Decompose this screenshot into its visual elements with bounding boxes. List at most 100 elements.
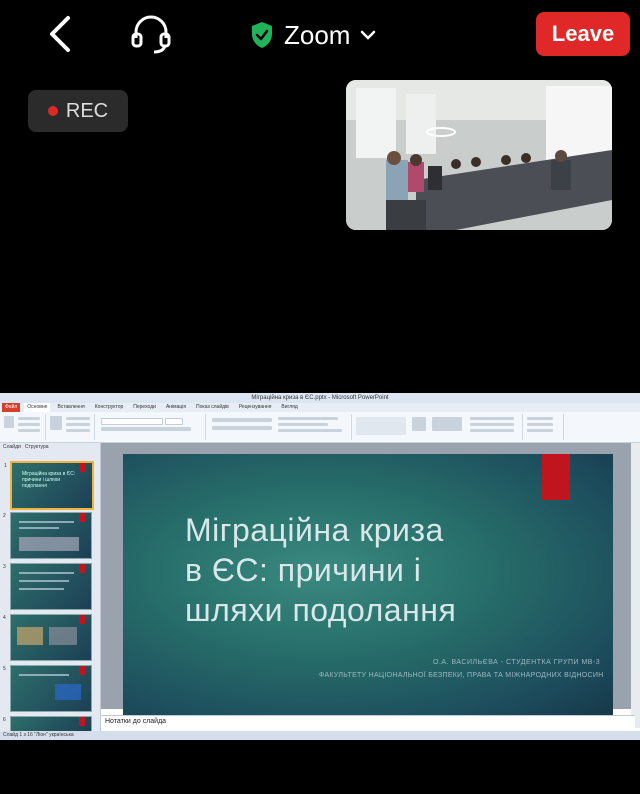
tab-insert[interactable]: Вставлення	[54, 403, 87, 412]
thumbnail-accent	[79, 666, 85, 675]
slide-subtitle-faculty[interactable]: ФАКУЛЬТЕТУ НАЦІОНАЛЬНОЇ БЕЗПЕКИ, ПРАВА Т…	[319, 672, 604, 679]
tab-file[interactable]: Файл	[2, 403, 21, 412]
record-dot-icon	[47, 106, 58, 116]
thumbnail-accent	[79, 564, 85, 573]
slide-title-line: Міграційна криза	[185, 512, 444, 548]
thumbnail-accent	[79, 615, 85, 624]
quick-styles-icon[interactable]	[432, 417, 462, 431]
tab-animation[interactable]: Анімація	[163, 403, 189, 412]
slide-title-line: шляхи подолання	[185, 592, 457, 628]
section-icon[interactable]	[66, 429, 90, 432]
list-buttons[interactable]	[212, 418, 272, 422]
thumbnail-line	[19, 580, 69, 582]
thumbnail-number: 4	[3, 615, 6, 621]
slide-editor[interactable]: Міграційна криза в ЄС: причини і шляхи п…	[101, 443, 631, 716]
participant-video[interactable]	[346, 80, 612, 230]
arrange-icon[interactable]	[412, 417, 426, 431]
vertical-scrollbar[interactable]	[631, 443, 640, 728]
chevron-down-icon	[361, 30, 376, 40]
reset-icon[interactable]	[66, 423, 90, 426]
slide-subtitle-author[interactable]: О.А. ВАСИЛЬЄВА - СТУДЕНТКА ГРУПИ МВ-3	[433, 659, 600, 666]
thumbnail-line	[19, 588, 64, 590]
meeting-title-dropdown[interactable]: Zoom	[250, 18, 376, 52]
thumbnail-accent	[79, 717, 85, 726]
conference-room-image	[346, 80, 612, 230]
font-size-field[interactable]	[165, 418, 183, 425]
tab-review[interactable]: Рецензування	[236, 403, 275, 412]
tab-home[interactable]: Основне	[24, 403, 51, 412]
leave-button[interactable]: Leave	[536, 12, 630, 56]
tab-design[interactable]: Конструктор	[92, 403, 127, 412]
slide-thumbnail[interactable]: 1 Міграційна криза в ЄС: причини і шляхи…	[4, 461, 94, 510]
back-icon[interactable]	[44, 14, 80, 54]
shape-fill-icon[interactable]	[470, 417, 514, 420]
ribbon-group-clipboard	[0, 414, 46, 440]
slide-title-line: в ЄС: причини і	[185, 552, 422, 588]
thumbnail-line	[19, 521, 74, 523]
meeting-title: Zoom	[284, 19, 351, 50]
window-title: Міграційна криза в ЄС.pptx - Microsoft P…	[0, 393, 640, 403]
font-name-field[interactable]	[101, 418, 163, 425]
tab-view[interactable]: Вигляд	[278, 403, 300, 412]
thumbnail-number: 5	[3, 666, 6, 672]
status-bar: Слайд 1 з 16 "Ліон" українська	[0, 731, 640, 740]
notes-field[interactable]: Нотатки до слайда	[101, 715, 635, 728]
thumbnail-line	[19, 527, 59, 529]
slide-title[interactable]: Міграційна криза в ЄС: причини і шляхи п…	[185, 510, 545, 630]
cut-icon[interactable]	[18, 417, 40, 420]
headset-icon[interactable]	[130, 14, 172, 54]
tab-transitions[interactable]: Переходи	[130, 403, 159, 412]
slides-pane: Слайди Структура 1 Міграційна криза в ЄС…	[0, 443, 101, 733]
pane-tabs: Слайди Структура	[0, 443, 103, 451]
copy-icon[interactable]	[18, 423, 40, 426]
text-direction-icon[interactable]	[278, 417, 338, 420]
ribbon-group-drawing	[352, 414, 523, 440]
smartart-icon[interactable]	[278, 429, 342, 432]
slide-thumbnail[interactable]: 2	[3, 512, 92, 559]
replace-icon[interactable]	[527, 423, 553, 426]
thumbnail-accent	[80, 463, 86, 472]
slide-thumbnail[interactable]: 5	[3, 665, 92, 712]
tab-slides[interactable]: Слайди	[3, 443, 21, 451]
thumbnail-line	[19, 674, 69, 676]
format-painter-icon[interactable]	[18, 429, 40, 432]
recording-indicator[interactable]: REC	[28, 90, 128, 132]
thumbnail-number: 1	[4, 463, 7, 469]
thumbnail-text: Міграційна криза в ЄС: причини і шляхи п…	[22, 471, 76, 489]
shape-outline-icon[interactable]	[470, 423, 514, 426]
shape-effects-icon[interactable]	[470, 429, 514, 432]
slide-thumbnail[interactable]: 6	[3, 716, 92, 732]
shapes-gallery[interactable]	[356, 417, 406, 435]
find-icon[interactable]	[527, 417, 553, 420]
thumbnail-number: 3	[3, 564, 6, 570]
align-text-icon[interactable]	[278, 423, 328, 426]
paste-icon[interactable]	[4, 416, 14, 428]
slide-accent-bar	[542, 454, 570, 500]
slide-thumbnail[interactable]: 4	[3, 614, 92, 661]
meeting-top-bar: Zoom Leave	[0, 0, 640, 70]
rec-label: REC	[65, 99, 109, 122]
select-icon[interactable]	[527, 429, 553, 432]
ribbon-tabs: Файл Основне Вставлення Конструктор Пере…	[0, 403, 640, 412]
thumbnail-accent	[79, 513, 85, 522]
thumbnail-image	[17, 627, 43, 645]
ribbon-group-slides	[46, 414, 95, 440]
ribbon-group-paragraph	[206, 414, 352, 440]
alignment-buttons[interactable]	[212, 426, 272, 430]
current-slide[interactable]: Міграційна криза в ЄС: причини і шляхи п…	[123, 454, 613, 716]
thumbnail-image	[49, 627, 77, 645]
ribbon-group-editing	[523, 414, 564, 440]
tab-slideshow[interactable]: Показ слайдів	[193, 403, 232, 412]
slide-thumbnail[interactable]: 3	[3, 563, 92, 610]
font-style-buttons[interactable]	[101, 427, 191, 431]
shield-check-icon	[252, 22, 272, 48]
thumbnail-line	[19, 572, 74, 574]
thumbnail-number: 2	[3, 513, 6, 519]
layout-icon[interactable]	[66, 417, 90, 420]
tab-outline[interactable]: Структура	[25, 443, 49, 451]
thumbnail-number: 6	[3, 717, 6, 723]
ribbon-toolbar	[0, 412, 640, 443]
new-slide-icon[interactable]	[50, 416, 62, 430]
thumbnail-image	[55, 684, 81, 700]
shared-screen[interactable]: Міграційна криза в ЄС.pptx - Microsoft P…	[0, 393, 640, 740]
